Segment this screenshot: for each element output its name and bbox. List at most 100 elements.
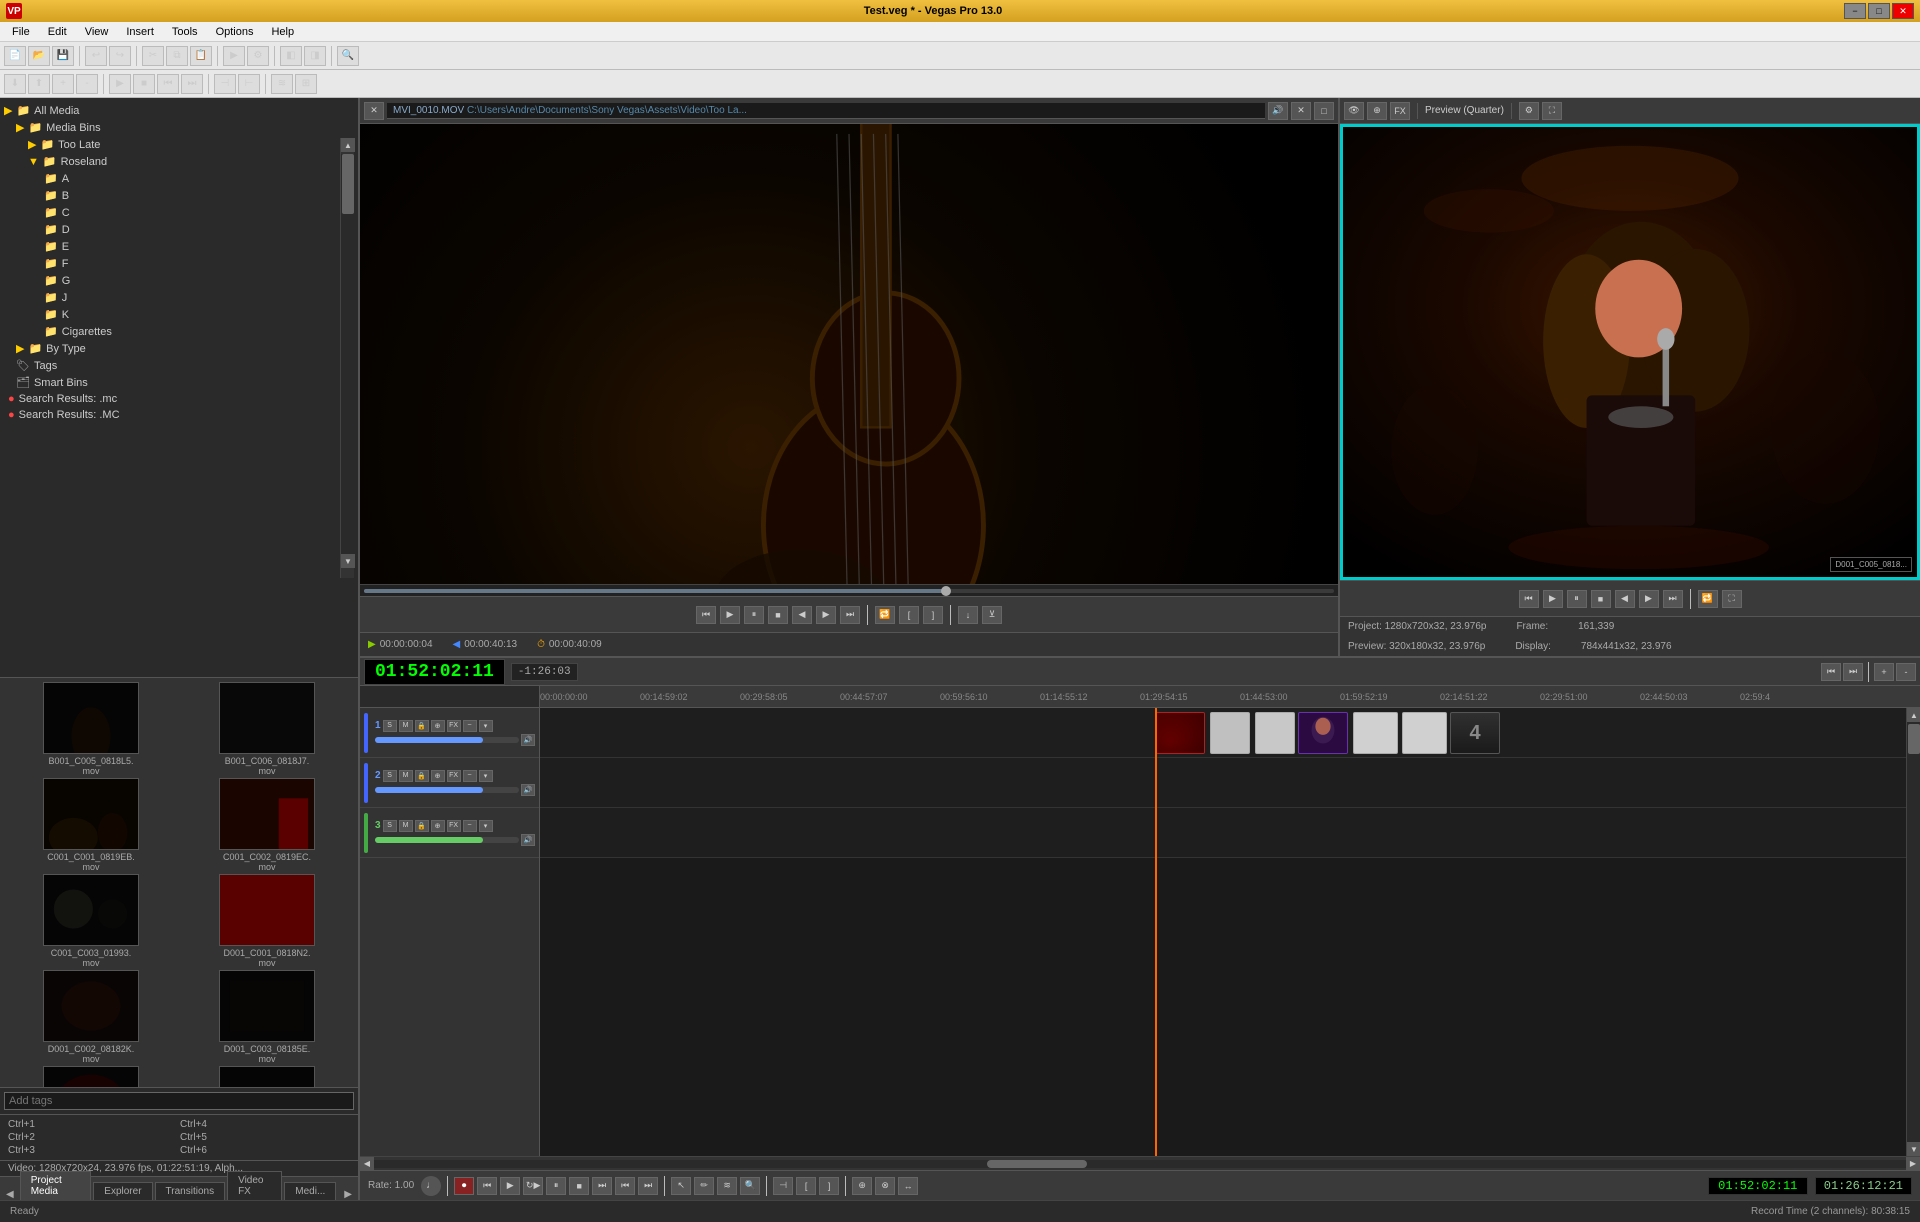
preview-fullscreen[interactable]: ⛶ (1542, 102, 1562, 120)
preview-prev-frame[interactable]: ◀ (1615, 590, 1635, 608)
next-frame[interactable]: ⏭ (181, 74, 203, 94)
cut-button[interactable]: ✂ (142, 46, 164, 66)
preview-stop[interactable]: ■ (1591, 590, 1611, 608)
menu-file[interactable]: File (4, 24, 38, 40)
scrubber-handle[interactable] (941, 586, 951, 596)
export-button[interactable]: ⬆ (28, 74, 50, 94)
source-play[interactable]: ▶ (720, 606, 740, 624)
source-overwrite[interactable]: ⊻ (982, 606, 1002, 624)
clip-1[interactable] (1155, 712, 1205, 754)
preview-view-btn[interactable]: 👁 (1344, 102, 1364, 120)
tab-media[interactable]: Medi... (284, 1182, 336, 1200)
source-audio-icon[interactable]: 🔊 (1268, 102, 1288, 120)
track2-lock[interactable]: 🔒 (415, 770, 429, 782)
bt-record[interactable]: ⏺ (454, 1177, 474, 1195)
hscroll-right[interactable]: ▶ (1906, 1157, 1920, 1171)
tree-cigarettes[interactable]: 📁 Cigarettes (0, 323, 358, 340)
render-button[interactable]: ▶ (223, 46, 245, 66)
bt-loop-play[interactable]: ↻▶ (523, 1177, 543, 1195)
vscroll-up[interactable]: ▲ (1907, 708, 1920, 722)
preview-go-end[interactable]: ⏭ (1663, 590, 1683, 608)
tl-zoom-in[interactable]: + (1874, 663, 1894, 681)
bt-pause[interactable]: ⏸ (546, 1177, 566, 1195)
source-prev-frame[interactable]: ◀ (792, 606, 812, 624)
track3-solo[interactable]: S (383, 820, 397, 832)
source-out[interactable]: ] (923, 606, 943, 624)
tab-video-fx[interactable]: Video FX (227, 1171, 282, 1200)
bt-edit-tool[interactable]: ✏ (694, 1177, 714, 1195)
track3-more[interactable]: ▾ (479, 820, 493, 832)
source-scrubber[interactable] (360, 584, 1338, 596)
tracks-timeline[interactable]: 4 (540, 708, 1906, 1156)
track2-fx[interactable]: FX (447, 770, 461, 782)
thumb-B001C006[interactable]: B001_C006_0818J7.mov (180, 682, 354, 776)
bt-cursor-tool[interactable]: ↖ (671, 1177, 691, 1195)
tags-input[interactable] (4, 1092, 354, 1110)
thumb-B001C005[interactable]: B001_C005_0818L5.mov (4, 682, 178, 776)
track2-expand[interactable]: ⊕ (431, 770, 445, 782)
bt-trim-end[interactable]: ] (819, 1177, 839, 1195)
tree-roseland[interactable]: ▼ 📁 Roseland (0, 153, 358, 170)
tool1[interactable]: ◧ (280, 46, 302, 66)
thumb-D001C002[interactable]: D001_C002_08182K.mov (4, 970, 178, 1064)
redo-button[interactable]: ↪ (109, 46, 131, 66)
preview-next-frame[interactable]: ▶ (1639, 590, 1659, 608)
clip-6[interactable] (1402, 712, 1447, 754)
source-go-start[interactable]: ⏮ (696, 606, 716, 624)
vscroll-down[interactable]: ▼ (1907, 1142, 1920, 1156)
tree-scroll-thumb[interactable] (342, 154, 354, 214)
track1-volume[interactable] (375, 737, 519, 743)
save-button[interactable]: 💾 (52, 46, 74, 66)
tl-next-edit[interactable]: ⏭ (1843, 663, 1863, 681)
track3-expand[interactable]: ⊕ (431, 820, 445, 832)
split-button[interactable]: ⊣ (214, 74, 236, 94)
trim-button[interactable]: ⊢ (238, 74, 260, 94)
tree-c[interactable]: 📁 C (0, 204, 358, 221)
source-pause[interactable]: ⏸ (744, 606, 764, 624)
stop-all[interactable]: ■ (133, 74, 155, 94)
source-close2[interactable]: ✕ (1291, 102, 1311, 120)
tree-scroll-up[interactable]: ▲ (341, 138, 355, 152)
bt-split[interactable]: ⊣ (773, 1177, 793, 1195)
track1-lock[interactable]: 🔒 (415, 720, 429, 732)
bt-prev-mark[interactable]: ⏮ (615, 1177, 635, 1195)
source-loop[interactable]: 🔁 (875, 606, 895, 624)
tree-all-media[interactable]: ▶ 📁 All Media (0, 102, 358, 119)
close-button[interactable]: ✕ (1892, 3, 1914, 19)
track3-lock[interactable]: 🔒 (415, 820, 429, 832)
preview-settings[interactable]: ⚙ (1519, 102, 1539, 120)
track3-volume[interactable] (375, 837, 519, 843)
track1-audio-toggle[interactable]: 🔊 (521, 734, 535, 746)
tl-prev-edit[interactable]: ⏮ (1821, 663, 1841, 681)
remove-media[interactable]: - (76, 74, 98, 94)
tool2[interactable]: ◨ (304, 46, 326, 66)
left-panel-collapse[interactable]: ◀ (6, 1189, 14, 1200)
bt-play[interactable]: ▶ (500, 1177, 520, 1195)
bt-next-mark[interactable]: ⏭ (638, 1177, 658, 1195)
thumb-D001C003[interactable]: D001_C003_08185E.mov (180, 970, 354, 1064)
bt-stop[interactable]: ■ (569, 1177, 589, 1195)
ripple-button[interactable]: ≋ (271, 74, 293, 94)
bt-trim-start[interactable]: [ (796, 1177, 816, 1195)
track3-fx[interactable]: FX (447, 820, 461, 832)
clip-4[interactable] (1298, 712, 1348, 754)
group-button[interactable]: ⊞ (295, 74, 317, 94)
minimize-button[interactable]: − (1844, 3, 1866, 19)
preview-go-start[interactable]: ⏮ (1519, 590, 1539, 608)
track3-audio-toggle[interactable]: 🔊 (521, 834, 535, 846)
preview-loop[interactable]: 🔁 (1698, 590, 1718, 608)
track1-more[interactable]: ▾ (479, 720, 493, 732)
track2-more[interactable]: ▾ (479, 770, 493, 782)
scrubber-bar[interactable] (364, 589, 1334, 593)
hscroll-left[interactable]: ◀ (360, 1157, 374, 1171)
undo-button[interactable]: ↩ (85, 46, 107, 66)
thumb-D001C004[interactable]: D001_C004_081872.mov (4, 1066, 178, 1087)
tree-tags[interactable]: 🏷 Tags (0, 357, 358, 374)
source-maximize[interactable]: □ (1314, 102, 1334, 120)
source-in[interactable]: [ (899, 606, 919, 624)
tree-g[interactable]: 📁 G (0, 272, 358, 289)
track2-volume[interactable] (375, 787, 519, 793)
menu-insert[interactable]: Insert (118, 24, 162, 40)
tree-too-late[interactable]: ▶ 📁 Too Late (0, 136, 358, 153)
track2-env[interactable]: ~ (463, 770, 477, 782)
